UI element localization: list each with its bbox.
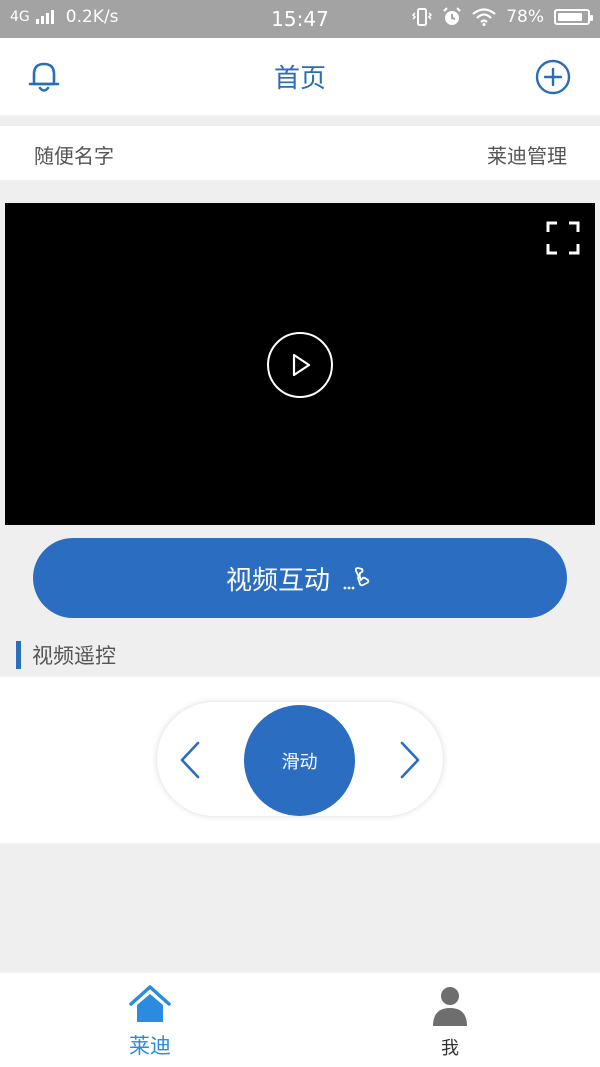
video-interact-label: 视频互动 [225, 565, 330, 596]
slider-knob[interactable]: 滑动 [244, 705, 355, 816]
bottom-nav [0, 973, 600, 1067]
status-right: 78% [412, 7, 593, 27]
chevron-right-icon[interactable] [394, 735, 428, 785]
alarm-icon [443, 7, 461, 25]
section-title: 视频遥控 [32, 644, 116, 668]
slider-label: 滑动 [281, 751, 318, 773]
phone-call-icon [343, 567, 370, 590]
section-accent-bar [16, 641, 21, 669]
nav-label-home: 莱迪 [129, 1034, 171, 1058]
status-bar: 4G 0.2K/s 15:47 78% [0, 0, 600, 38]
device-manage-link[interactable]: 莱迪管理 [487, 140, 567, 169]
page-title: 首页 [273, 64, 326, 94]
video-interact-button[interactable]: 视频互动 [33, 538, 567, 618]
plus-circle-icon[interactable] [534, 58, 572, 96]
nav-item-home[interactable]: 莱迪 [100, 984, 200, 1060]
battery-percent: 78% [506, 7, 544, 27]
fullscreen-icon[interactable] [546, 221, 580, 255]
battery-icon [554, 9, 593, 25]
device-name: 随便名字 [34, 144, 114, 168]
app-header: 首页 [0, 38, 600, 115]
home-icon [129, 985, 171, 1022]
section-header: 视频遥控 [0, 638, 600, 676]
chevron-left-icon[interactable] [172, 735, 206, 785]
wifi-icon [472, 8, 496, 26]
device-bar: 随便名字 莱迪管理 [0, 126, 600, 180]
vibrate-icon [412, 8, 433, 26]
video-player[interactable] [5, 203, 595, 525]
nav-label-me: 我 [441, 1038, 459, 1059]
play-icon[interactable] [266, 331, 334, 399]
nav-item-me[interactable]: 我 [400, 984, 500, 1060]
person-icon [433, 987, 467, 1026]
